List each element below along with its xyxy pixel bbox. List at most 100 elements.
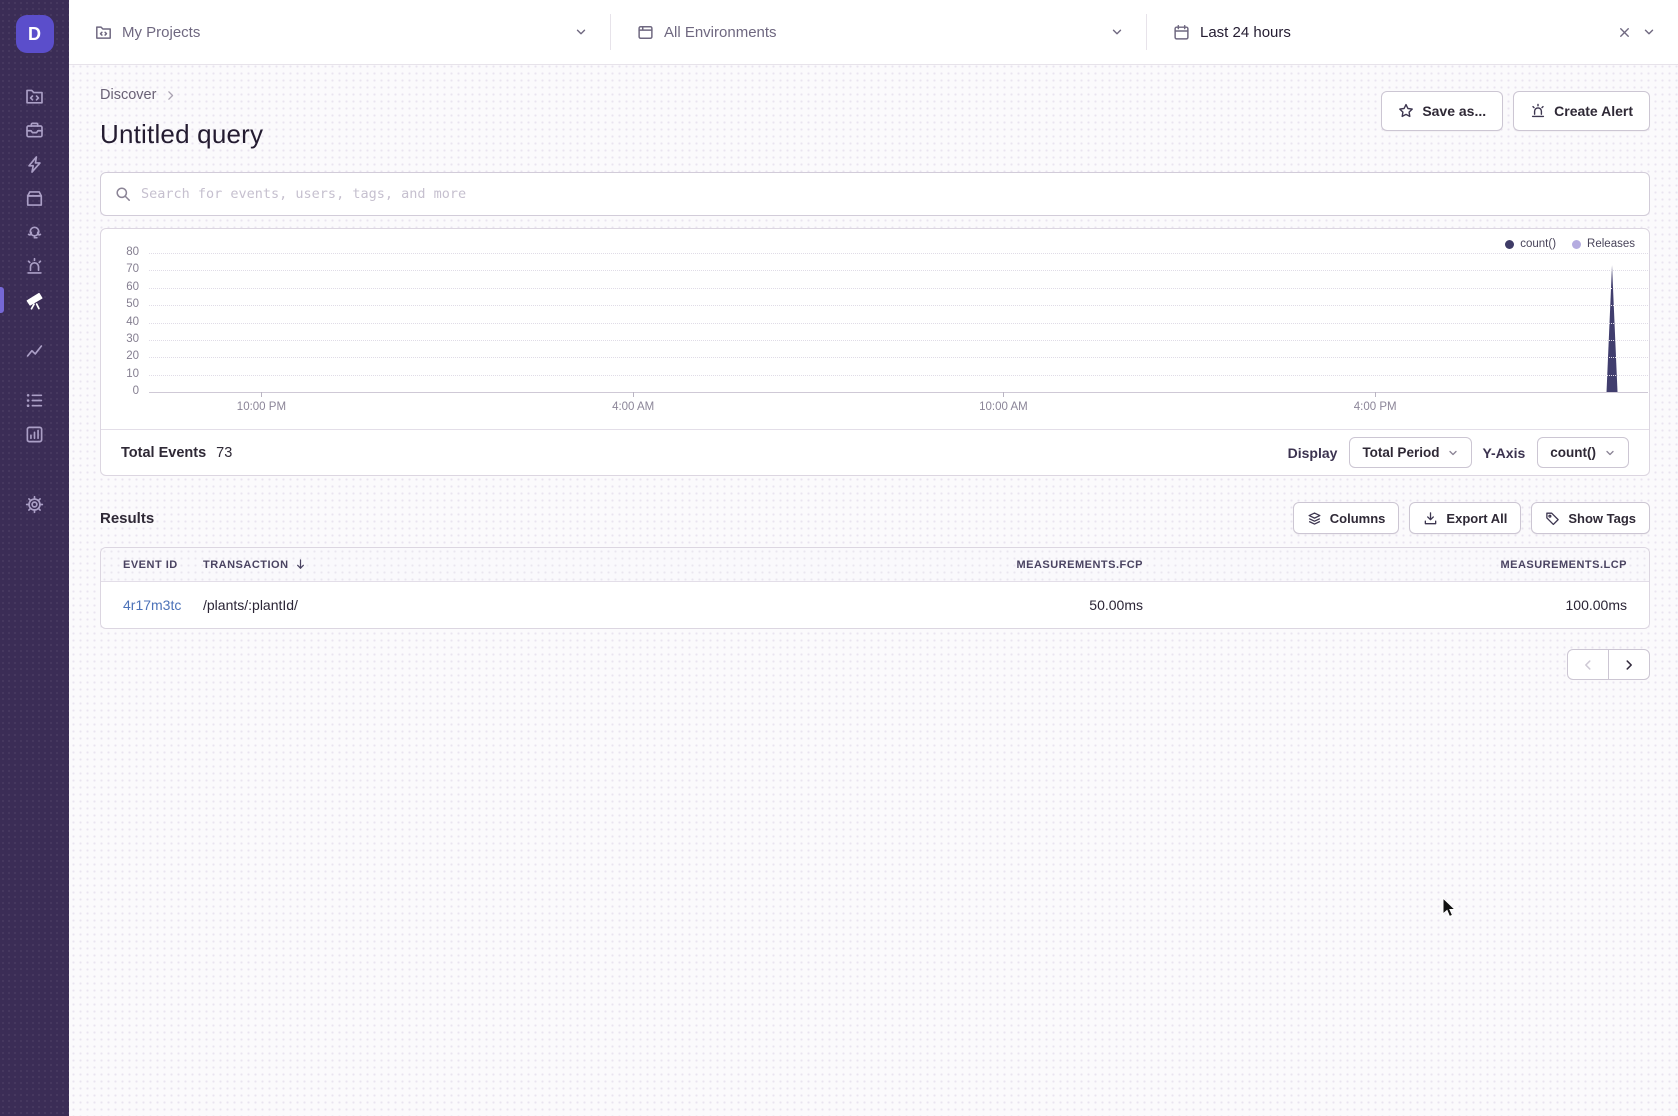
x-tick-mark (1375, 392, 1376, 397)
total-events-label: Total Events (121, 445, 206, 461)
breadcrumb[interactable]: Discover (100, 87, 263, 103)
projects-folder-icon (95, 24, 112, 41)
sidebar-item-discover[interactable] (0, 283, 69, 317)
breadcrumb-discover[interactable]: Discover (100, 87, 156, 103)
chevron-down-icon[interactable] (1642, 25, 1656, 39)
gridline (149, 253, 1648, 254)
cell-measurements-lcp: 100.00ms (1143, 597, 1627, 613)
siren-icon (1530, 103, 1546, 119)
sidebar-item-projects[interactable] (0, 79, 69, 113)
show-tags-label: Show Tags (1568, 511, 1636, 526)
page-title: Untitled query (100, 119, 263, 150)
telescope-icon (25, 290, 45, 310)
col-header-measurements-fcp[interactable]: MEASUREMENTS.FCP (803, 559, 1143, 571)
sidebar-item-performance[interactable] (0, 147, 69, 181)
environment-selector-label: All Environments (664, 24, 777, 41)
legend-dot-icon (1505, 240, 1514, 249)
search-input[interactable] (141, 186, 1635, 202)
x-tick-mark (261, 392, 262, 397)
chevron-down-icon (1447, 447, 1459, 459)
lightning-icon (25, 155, 44, 174)
x-tick-label: 4:00 AM (612, 401, 654, 413)
y-tick-label: 30 (101, 333, 139, 345)
search-bar[interactable] (100, 172, 1650, 216)
gridline (149, 288, 1648, 289)
event-id-link[interactable]: 4r17m3tc (123, 597, 181, 613)
window-icon (637, 24, 654, 41)
x-tick-label: 4:00 PM (1354, 401, 1397, 413)
sidebar-item-releases[interactable] (0, 181, 69, 215)
sidebar-item-dashboards[interactable] (0, 333, 69, 367)
chart-spike-count (1607, 265, 1618, 392)
legend-item-releases[interactable]: Releases (1572, 238, 1635, 250)
save-as-button[interactable]: Save as... (1381, 91, 1503, 131)
sort-desc-icon (294, 558, 307, 571)
y-tick-label: 60 (101, 281, 139, 293)
columns-label: Columns (1330, 511, 1386, 526)
project-selector[interactable]: My Projects (69, 0, 610, 64)
clear-date-icon[interactable] (1617, 25, 1632, 40)
sidebar-item-settings[interactable] (0, 487, 69, 521)
gridline (149, 357, 1648, 358)
org-avatar[interactable]: D (16, 15, 54, 53)
date-range-selector[interactable]: Last 24 hours (1147, 0, 1678, 64)
sidebar-item-issues[interactable] (0, 113, 69, 147)
y-tick-label: 70 (101, 263, 139, 275)
y-tick-label: 0 (101, 385, 139, 397)
chart-legend: count() Releases (1505, 238, 1635, 250)
package-icon (25, 189, 44, 208)
top-bar: My Projects All Environments Last 24 hou… (69, 0, 1678, 65)
siren-icon (25, 257, 44, 276)
create-alert-label: Create Alert (1554, 103, 1633, 119)
col-header-event-id[interactable]: EVENT ID (123, 559, 203, 571)
projects-icon (25, 87, 44, 106)
yaxis-value: count() (1550, 445, 1596, 460)
x-tick-label: 10:00 PM (237, 401, 286, 413)
legend-item-count-[interactable]: count() (1505, 238, 1556, 250)
x-tick-label: 10:00 AM (979, 401, 1028, 413)
gridline (149, 375, 1648, 376)
events-chart-panel: count() Releases 8070605040302010010:00 P… (100, 228, 1650, 476)
download-icon (1423, 511, 1438, 526)
display-label: Display (1288, 445, 1338, 461)
sidebar: D (0, 0, 69, 1116)
gridline (149, 340, 1648, 341)
next-page-button[interactable] (1608, 649, 1650, 680)
search-icon (115, 186, 131, 202)
display-value: Total Period (1362, 445, 1439, 460)
yaxis-dropdown[interactable]: count() (1537, 437, 1629, 468)
y-tick-label: 20 (101, 350, 139, 362)
support-icon (25, 223, 44, 242)
col-header-transaction[interactable]: TRANSACTION (203, 558, 803, 571)
cell-transaction: /plants/:plantId/ (203, 597, 803, 613)
export-all-button[interactable]: Export All (1409, 502, 1521, 534)
chevron-right-icon (164, 89, 177, 102)
columns-button[interactable]: Columns (1293, 502, 1400, 534)
sidebar-item-stats[interactable] (0, 417, 69, 451)
line-chart-icon (25, 341, 44, 360)
main-content: Discover Untitled query Save as... Creat… (69, 65, 1678, 1116)
sidebar-item-user-feedback[interactable] (0, 215, 69, 249)
date-range-label: Last 24 hours (1200, 24, 1291, 41)
sidebar-item-monitors[interactable] (0, 383, 69, 417)
chart-plot: 8070605040302010010:00 PM4:00 AM10:00 AM… (149, 253, 1648, 393)
yaxis-label: Y-Axis (1482, 445, 1525, 461)
total-events-value: 73 (216, 445, 232, 461)
col-header-measurements-lcp[interactable]: MEASUREMENTS.LCP (1143, 559, 1627, 571)
sidebar-item-alerts[interactable] (0, 249, 69, 283)
cell-measurements-fcp: 50.00ms (803, 597, 1143, 613)
y-tick-label: 40 (101, 316, 139, 328)
y-tick-label: 10 (101, 368, 139, 380)
y-tick-label: 50 (101, 298, 139, 310)
legend-dot-icon (1572, 240, 1581, 249)
create-alert-button[interactable]: Create Alert (1513, 91, 1650, 131)
display-dropdown[interactable]: Total Period (1349, 437, 1472, 468)
environment-selector[interactable]: All Environments (611, 0, 1146, 64)
chevron-down-icon (1110, 25, 1124, 39)
tag-icon (1545, 511, 1560, 526)
previous-page-button[interactable] (1567, 649, 1609, 680)
show-tags-button[interactable]: Show Tags (1531, 502, 1650, 534)
results-heading: Results (100, 510, 154, 527)
chevron-down-icon (1604, 447, 1616, 459)
events-chart: count() Releases 8070605040302010010:00 P… (101, 229, 1649, 429)
